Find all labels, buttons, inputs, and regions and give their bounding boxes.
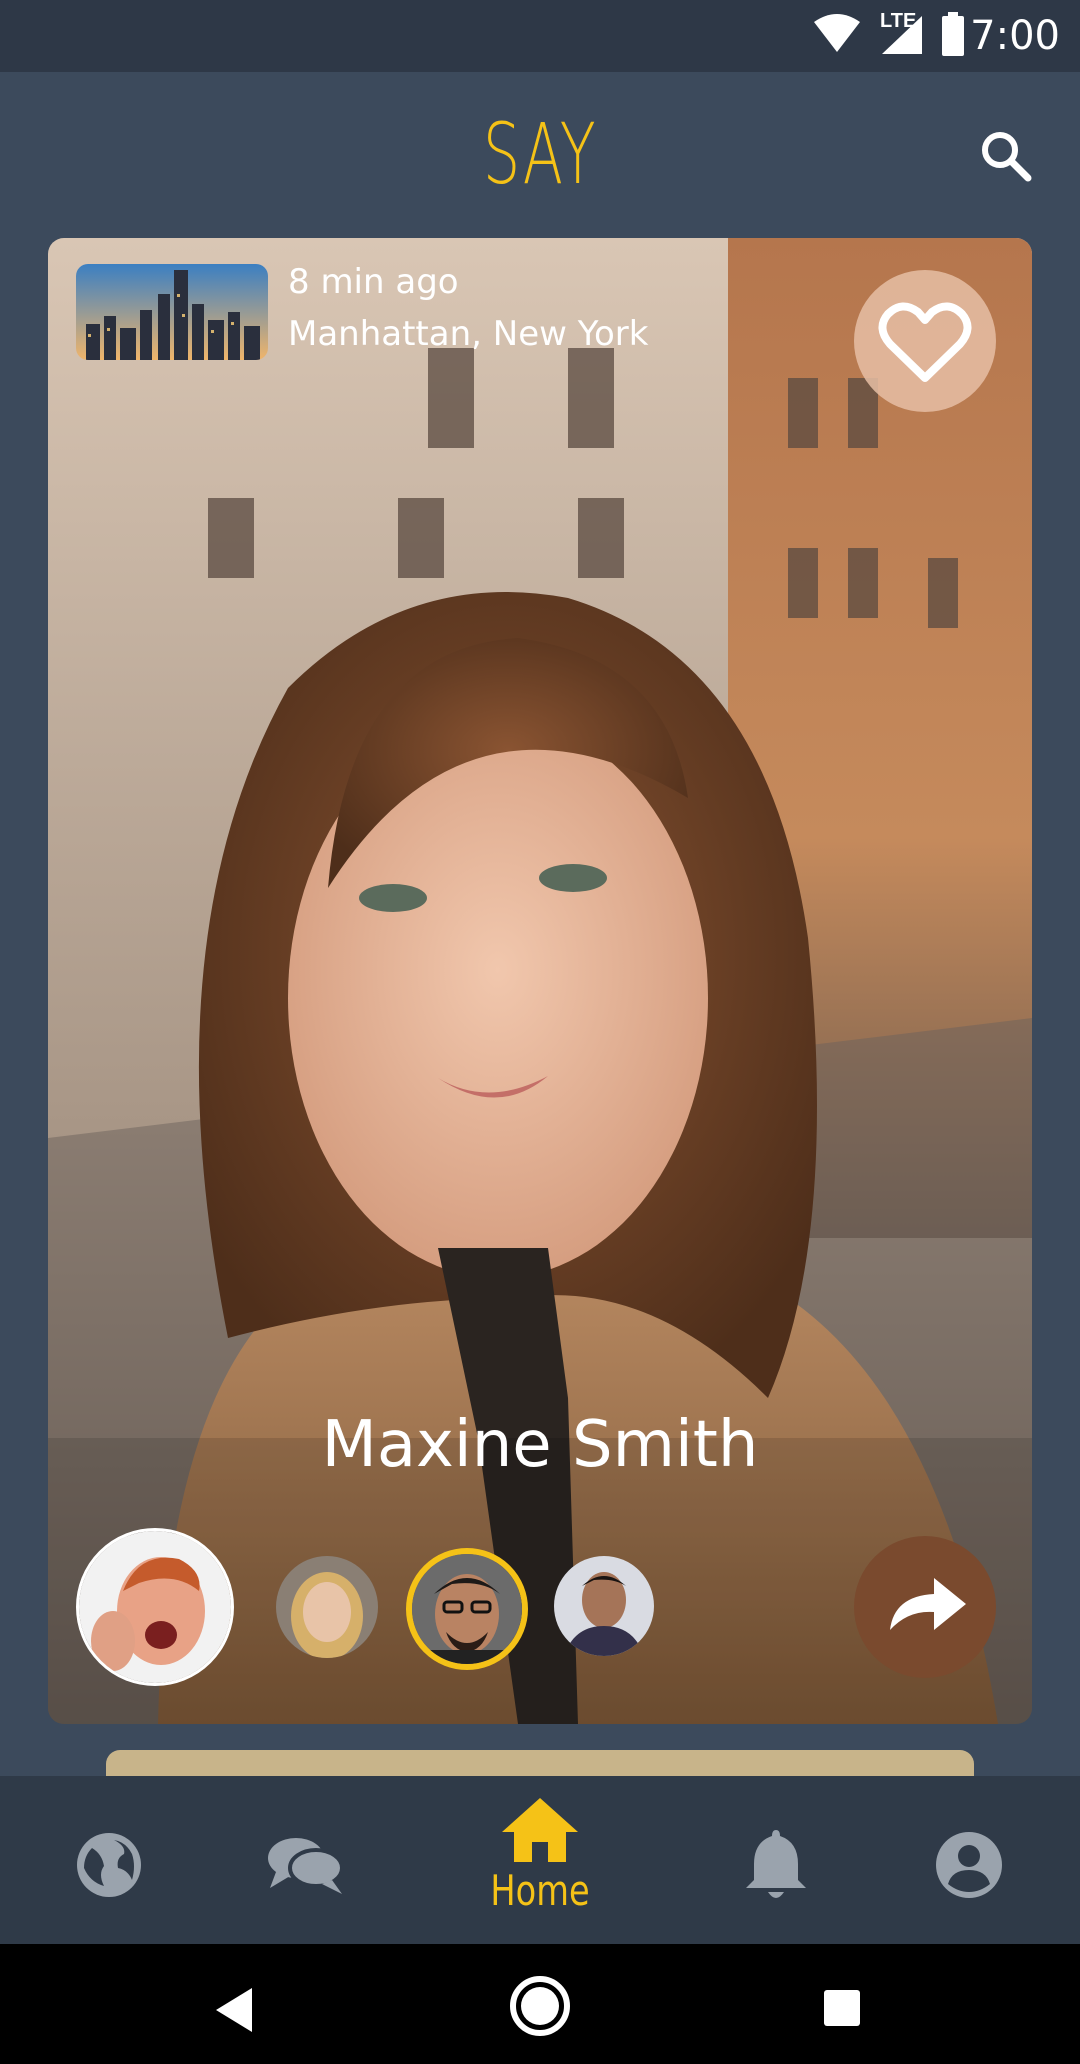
bottom-navigation: Home: [0, 1776, 1080, 1944]
chat-icon: [268, 1838, 344, 1894]
location-thumbnail[interactable]: [76, 264, 268, 360]
viewer-avatar[interactable]: [76, 1528, 234, 1686]
recents-icon[interactable]: [822, 1988, 862, 2028]
nav-home-label: Home: [490, 1866, 590, 1915]
search-button[interactable]: [976, 126, 1040, 190]
avatar-image: [276, 1556, 378, 1658]
viewer-avatar-selected[interactable]: [406, 1548, 528, 1670]
avatar-image: [554, 1556, 654, 1656]
globe-icon: [77, 1833, 141, 1897]
nav-item-explore[interactable]: [54, 1776, 166, 1944]
bell-icon: [746, 1830, 806, 1898]
back-icon[interactable]: [212, 1986, 256, 2034]
viewer-avatar[interactable]: [554, 1556, 654, 1656]
post-location[interactable]: Manhattan, New York: [288, 314, 648, 354]
system-navigation-bar: [0, 1944, 1080, 2064]
share-arrow-icon: [890, 1578, 966, 1630]
signal-icon: [882, 16, 922, 54]
battery-icon: [942, 12, 964, 56]
app-title: SAY: [482, 105, 598, 203]
search-icon: [982, 132, 1032, 182]
home-circle-icon[interactable]: [508, 1974, 572, 2038]
account-icon: [936, 1832, 1002, 1898]
post-photo[interactable]: [48, 238, 1032, 1724]
nav-item-notifications[interactable]: [720, 1776, 832, 1944]
heart-outline-icon: [878, 302, 972, 382]
post-time-ago: 8 min ago: [288, 262, 459, 302]
status-bar: LTE 7:00: [0, 0, 1080, 72]
avatar-image: [412, 1554, 522, 1664]
home-icon: [502, 1798, 578, 1862]
nav-item-chat[interactable]: [250, 1776, 362, 1944]
wifi-icon: [814, 14, 860, 52]
city-skyline-image: [76, 264, 268, 360]
like-button[interactable]: [854, 270, 996, 412]
nav-item-profile[interactable]: [914, 1776, 1026, 1944]
status-time: 7:00: [970, 13, 1060, 59]
post-card[interactable]: 8 min ago Manhattan, New York Maxine Smi…: [48, 238, 1032, 1724]
author-name[interactable]: Maxine Smith: [48, 1408, 1032, 1482]
nav-item-home[interactable]: Home: [474, 1776, 606, 1944]
share-button[interactable]: [854, 1536, 996, 1678]
avatar-image: [79, 1531, 231, 1683]
viewer-avatar[interactable]: [276, 1556, 378, 1658]
